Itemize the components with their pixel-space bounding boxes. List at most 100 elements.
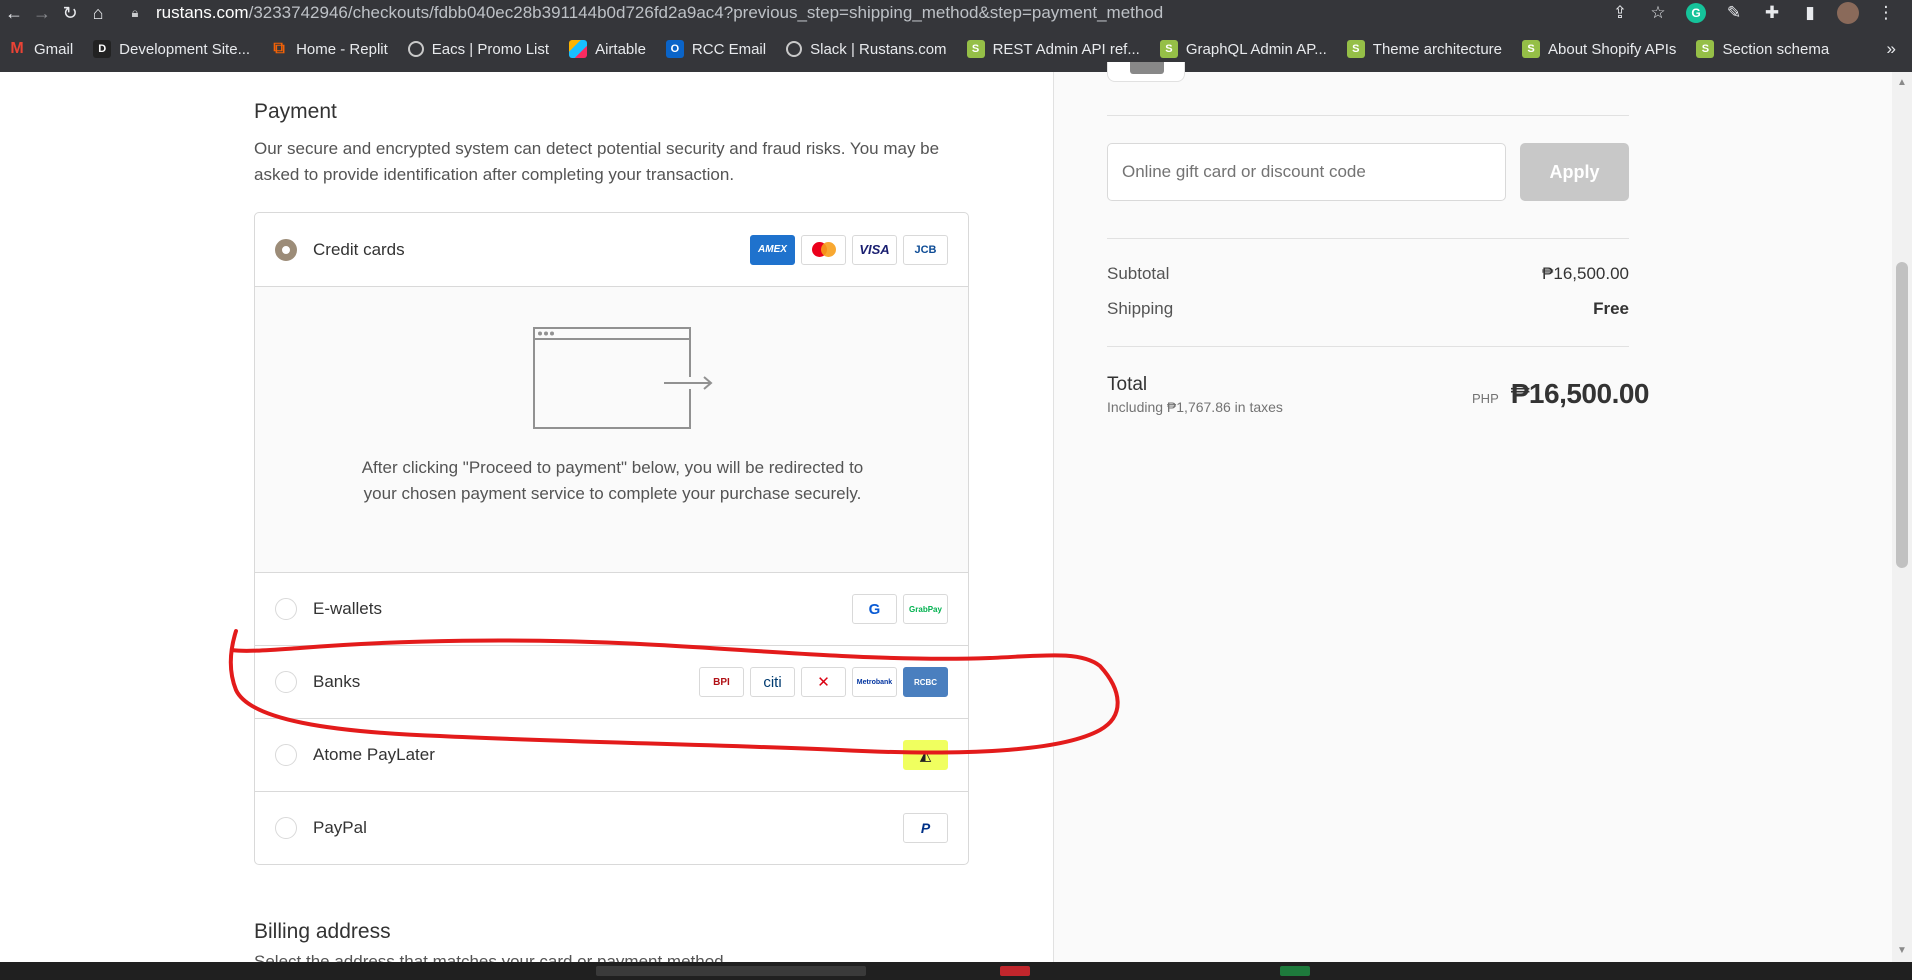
- bookmark-rcc-email[interactable]: O RCC Email: [665, 40, 766, 58]
- shipping-label: Shipping: [1107, 299, 1174, 318]
- gmail-icon: M: [10, 40, 24, 57]
- url-domain: rustans.com: [156, 3, 249, 22]
- paypal-logo: P: [903, 813, 948, 843]
- radio-credit-cards[interactable]: [275, 238, 297, 261]
- jcb-logo: JCB: [903, 234, 948, 265]
- menu-icon[interactable]: ⋮: [1870, 0, 1902, 26]
- payment-method-atome[interactable]: Atome PayLater ◭: [255, 718, 968, 791]
- bookmark-theme-architecture[interactable]: S Theme architecture: [1346, 40, 1502, 58]
- scroll-thumb[interactable]: [1896, 262, 1908, 568]
- payment-method-paypal[interactable]: PayPal P: [255, 791, 968, 864]
- shipping-row: Shipping Free: [1107, 299, 1629, 319]
- taskbar-app[interactable]: [596, 966, 866, 976]
- back-icon[interactable]: ←: [0, 0, 28, 26]
- shopify-icon: S: [1522, 40, 1541, 58]
- hsbc-logo: ✕: [801, 667, 846, 697]
- bpi-logo: BPI: [699, 667, 744, 697]
- radio-e-wallets[interactable]: [275, 598, 297, 620]
- grammarly-icon[interactable]: G: [1680, 0, 1712, 26]
- bookmark-graphql-admin[interactable]: S GraphQL Admin AP...: [1159, 40, 1327, 58]
- dev-icon: D: [93, 40, 112, 58]
- home-icon[interactable]: ⌂: [84, 0, 112, 26]
- redirect-info-box: After clicking "Proceed to payment" belo…: [255, 286, 968, 572]
- shopify-icon: S: [966, 40, 985, 58]
- payment-title: Payment: [254, 100, 337, 123]
- apply-button[interactable]: Apply: [1520, 143, 1629, 201]
- total-tax-note: Including ₱1,767.86 in taxes: [1107, 399, 1283, 415]
- total-amount: PHP ₱16,500.00: [1472, 378, 1649, 410]
- total-label: Total: [1107, 374, 1148, 395]
- amex-logo: AMEX: [750, 234, 795, 265]
- method-label: PayPal: [313, 818, 367, 837]
- radio-paypal[interactable]: [275, 817, 297, 839]
- atome-logo: ◭: [903, 740, 948, 770]
- shipping-value: Free: [1593, 299, 1629, 318]
- method-label: E-wallets: [313, 599, 382, 618]
- summary-divider: [1107, 346, 1629, 347]
- method-label: Atome PayLater: [313, 745, 435, 764]
- shopify-icon: S: [1159, 40, 1178, 58]
- extension-pen-icon[interactable]: ✎: [1718, 0, 1750, 26]
- scroll-up-icon[interactable]: ▲: [1897, 78, 1907, 88]
- radio-atome[interactable]: [275, 744, 297, 766]
- gcash-logo: G: [852, 594, 897, 624]
- forward-icon[interactable]: →: [28, 0, 56, 26]
- star-icon[interactable]: ☆: [1642, 0, 1674, 26]
- bookmark-eacs[interactable]: Eacs | Promo List: [407, 41, 549, 58]
- shopify-icon: S: [1696, 40, 1715, 58]
- bookmark-section-schema[interactable]: S Section schema: [1696, 40, 1829, 58]
- billing-title: Billing address: [254, 920, 391, 943]
- subtotal-label: Subtotal: [1107, 264, 1170, 283]
- total-value: ₱16,500.00: [1510, 378, 1650, 409]
- taskbar-app-icon[interactable]: [1000, 966, 1030, 976]
- bookmark-airtable[interactable]: Airtable: [569, 40, 646, 58]
- bookmark-gmail[interactable]: M Gmail: [8, 40, 73, 58]
- payment-method-credit-cards[interactable]: Credit cards AMEX VISA JCB: [255, 213, 968, 286]
- outlook-icon: O: [665, 40, 684, 58]
- scroll-down-icon[interactable]: ▼: [1897, 946, 1907, 956]
- bookmark-about-shopify-apis[interactable]: S About Shopify APIs: [1522, 40, 1676, 58]
- url-path: /3233742946/checkouts/fdbb040ec28b391144…: [248, 3, 1164, 22]
- method-label: Banks: [313, 672, 361, 691]
- method-label: Credit cards: [313, 239, 405, 259]
- bookmark-rest-admin[interactable]: S REST Admin API ref...: [966, 40, 1140, 58]
- page-scrollbar[interactable]: ▲ ▼: [1892, 72, 1912, 962]
- payment-method-banks[interactable]: Banks BPI citi ✕ Metrobank RCBC: [255, 645, 968, 718]
- subtotal-row: Subtotal ₱16,500.00: [1107, 264, 1629, 284]
- share-icon[interactable]: ⇪: [1604, 0, 1636, 26]
- rcbc-logo: RCBC: [903, 667, 948, 697]
- sidebar-icon[interactable]: ▮: [1794, 0, 1826, 26]
- bookmark-replit[interactable]: ⧉ Home - Replit: [270, 40, 387, 58]
- subtotal-value: ₱16,500.00: [1542, 264, 1629, 283]
- checkout-page: Payment Our secure and encrypted system …: [0, 62, 1912, 971]
- profile-avatar[interactable]: [1832, 0, 1864, 26]
- reload-icon[interactable]: ↻: [56, 0, 84, 26]
- taskbar-app-icon[interactable]: [1280, 966, 1310, 976]
- total-currency: PHP: [1472, 391, 1499, 406]
- bookmark-development-site[interactable]: D Development Site...: [93, 40, 250, 58]
- order-summary: [1053, 72, 1892, 962]
- globe-icon: [407, 41, 424, 57]
- product-thumbnail: [1107, 62, 1185, 82]
- bookmarks-bar: M Gmail D Development Site... ⧉ Home - Repl…: [0, 26, 1912, 72]
- airtable-icon: [569, 40, 588, 58]
- bookmarks-more-icon[interactable]: »: [1887, 39, 1896, 59]
- lock-icon: 🔒︎: [131, 5, 139, 20]
- grabpay-logo: GrabPay: [903, 594, 948, 624]
- shopify-icon: S: [1346, 40, 1365, 58]
- extensions-icon[interactable]: ✚: [1756, 0, 1788, 26]
- summary-divider: [1107, 115, 1629, 116]
- replit-icon: ⧉: [273, 40, 285, 57]
- citi-logo: citi: [750, 667, 795, 697]
- radio-banks[interactable]: [275, 671, 297, 693]
- main-column: Payment Our secure and encrypted system …: [0, 72, 1053, 971]
- visa-logo: VISA: [852, 234, 897, 265]
- payment-method-e-wallets[interactable]: E-wallets G GrabPay: [255, 572, 968, 645]
- bookmark-slack[interactable]: Slack | Rustans.com: [786, 41, 947, 58]
- discount-code-input[interactable]: Online gift card or discount code: [1107, 143, 1506, 201]
- payment-description: Our secure and encrypted system can dete…: [254, 139, 940, 184]
- address-bar[interactable]: 🔒︎ rustans.com/3233742946/checkouts/fdbb…: [126, 0, 1604, 26]
- os-taskbar: [0, 962, 1912, 980]
- redirect-window-icon: [533, 327, 713, 429]
- summary-divider: [1107, 238, 1629, 239]
